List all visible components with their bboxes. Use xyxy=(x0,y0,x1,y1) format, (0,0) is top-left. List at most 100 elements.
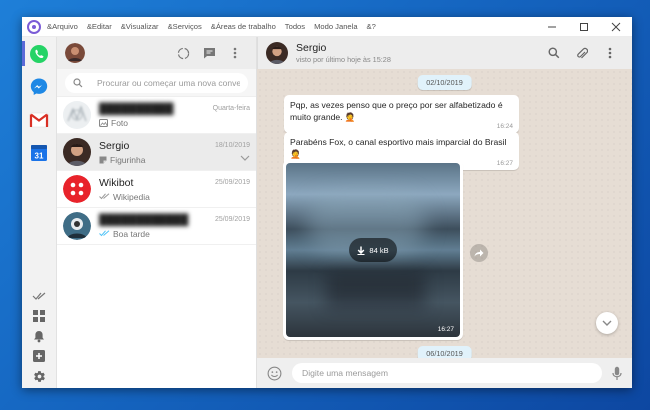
my-avatar[interactable] xyxy=(65,43,85,63)
chat-date: 18/10/2019 xyxy=(214,142,250,149)
sergio-photo-icon xyxy=(63,138,91,166)
message-text: Parabéns Fox, o canal esportivo mais imp… xyxy=(290,137,507,160)
chat-item[interactable]: ████████████ 25/09/2019 Boa tarde xyxy=(57,208,256,245)
photo-icon xyxy=(99,118,108,127)
emoji-icon[interactable] xyxy=(267,366,282,381)
contact-avatar xyxy=(63,138,91,166)
contact-avatar xyxy=(63,212,91,240)
conversation-avatar[interactable] xyxy=(266,42,288,64)
menu-help[interactable]: &? xyxy=(367,22,376,31)
service-whatsapp[interactable] xyxy=(21,37,57,70)
service-calendar[interactable]: 31 xyxy=(22,136,57,169)
date-divider: 02/10/2019 xyxy=(417,75,472,90)
menu-todos[interactable]: Todos xyxy=(285,22,305,31)
settings-button[interactable] xyxy=(29,368,49,384)
status-icon xyxy=(177,47,189,59)
chat-name-hidden: ████████████ xyxy=(99,213,189,226)
title-bar: &Arquivo &Editar &Visualizar &Serviços &… xyxy=(22,17,632,37)
add-service-button[interactable] xyxy=(29,348,49,364)
conversation-header: Sergio visto por último hoje às 15:28 xyxy=(257,37,632,69)
sergio-photo-icon xyxy=(266,42,288,64)
read-all-button[interactable] xyxy=(29,288,49,304)
sticker-icon xyxy=(99,156,107,163)
close-button[interactable] xyxy=(600,17,632,37)
chat-list-panel: ██████████ Quarta-feira Foto xyxy=(57,37,257,388)
search-messages-button[interactable] xyxy=(540,47,568,59)
menu-servicos[interactable]: &Serviços xyxy=(168,22,202,31)
minimize-icon xyxy=(548,26,556,27)
menu-visualizar[interactable]: &Visualizar xyxy=(121,22,159,31)
compose-bar xyxy=(257,358,632,388)
chat-preview: Boa tarde xyxy=(113,228,150,239)
chat-item-sergio[interactable]: Sergio 18/10/2019 Figurinha xyxy=(57,134,256,171)
chat-date: 25/09/2019 xyxy=(214,216,250,223)
image-message[interactable]: 84 kB 16:27 xyxy=(283,160,463,340)
chat-name: Sergio xyxy=(99,139,130,152)
forward-icon xyxy=(474,249,484,257)
attach-button[interactable] xyxy=(568,47,596,60)
status-button[interactable] xyxy=(170,47,196,60)
chat-list-menu-button[interactable] xyxy=(222,47,248,59)
message-area: 02/10/2019 Pqp, as vezes penso que o pre… xyxy=(257,69,632,358)
menu-modo-janela[interactable]: Modo Janela xyxy=(314,22,357,31)
chat-name: Wikibot xyxy=(99,176,134,189)
minimize-button[interactable] xyxy=(536,17,568,37)
maximize-button[interactable] xyxy=(568,17,600,37)
chat-item-wikibot[interactable]: Wikibot 25/09/2019 Wikipedia xyxy=(57,171,256,208)
chat-preview: Foto xyxy=(111,117,129,128)
double-check-icon xyxy=(99,230,110,237)
message-time: 16:24 xyxy=(496,122,513,130)
menu-bar: &Arquivo &Editar &Visualizar &Serviços &… xyxy=(47,22,536,31)
chat-preview: Figurinha xyxy=(110,154,146,165)
conversation-panel: Sergio visto por último hoje às 15:28 02… xyxy=(257,37,632,388)
message-input[interactable] xyxy=(302,368,592,378)
menu-areas-de-trabalho[interactable]: &Áreas de trabalho xyxy=(211,22,276,31)
close-icon xyxy=(611,22,621,31)
search-input[interactable] xyxy=(97,78,240,88)
workspaces-button[interactable] xyxy=(29,308,49,324)
scroll-to-bottom-button[interactable] xyxy=(596,312,618,334)
service-gmail[interactable] xyxy=(22,103,57,136)
chat-name-hidden: ██████████ xyxy=(99,102,174,115)
bell-icon xyxy=(34,330,44,342)
whatsapp-icon xyxy=(30,44,48,63)
conversation-menu-button[interactable] xyxy=(596,47,624,59)
more-vertical-icon xyxy=(233,47,237,59)
blurred-avatar-icon xyxy=(63,101,91,129)
profile-photo-icon xyxy=(65,43,85,63)
search-icon xyxy=(73,78,83,88)
calendar-icon: 31 xyxy=(31,144,47,161)
message-text: Pqp, as vezes penso que o preço por ser … xyxy=(290,100,503,123)
download-icon xyxy=(357,246,365,255)
chat-date: Quarta-feira xyxy=(212,105,250,112)
grid-icon xyxy=(33,310,45,322)
microphone-icon[interactable] xyxy=(612,366,622,381)
new-chat-button[interactable] xyxy=(196,47,222,59)
last-seen-status: visto por último hoje às 15:28 xyxy=(296,55,391,64)
chat-date: 25/09/2019 xyxy=(214,179,250,186)
search-box xyxy=(65,73,248,93)
double-check-icon xyxy=(32,292,46,300)
service-rail: 31 xyxy=(21,37,57,388)
forward-button[interactable] xyxy=(470,244,488,262)
chat-preview: Wikipedia xyxy=(113,191,150,202)
message-time: 16:27 xyxy=(437,326,454,333)
gear-icon xyxy=(33,370,45,382)
message-bubble[interactable]: Pqp, as vezes penso que o preço por ser … xyxy=(284,95,519,134)
download-button[interactable]: 84 kB xyxy=(349,238,397,262)
menu-arquivo[interactable]: &Arquivo xyxy=(47,22,78,31)
menu-editar[interactable]: &Editar xyxy=(87,22,112,31)
add-icon xyxy=(33,350,45,362)
service-messenger[interactable] xyxy=(22,70,57,103)
chat-list-header xyxy=(57,37,256,69)
app-window: &Arquivo &Editar &Visualizar &Serviços &… xyxy=(21,17,632,388)
search-icon xyxy=(548,47,560,59)
blurred-image-thumbnail: 84 kB 16:27 xyxy=(286,163,460,337)
chat-item[interactable]: ██████████ Quarta-feira Foto xyxy=(57,97,256,134)
conversation-title: Sergio xyxy=(296,42,327,54)
wikibot-logo-icon xyxy=(63,175,91,203)
chevron-down-icon[interactable] xyxy=(240,155,250,161)
more-vertical-icon xyxy=(608,47,612,59)
messenger-icon xyxy=(30,78,48,95)
notifications-button[interactable] xyxy=(29,328,49,344)
